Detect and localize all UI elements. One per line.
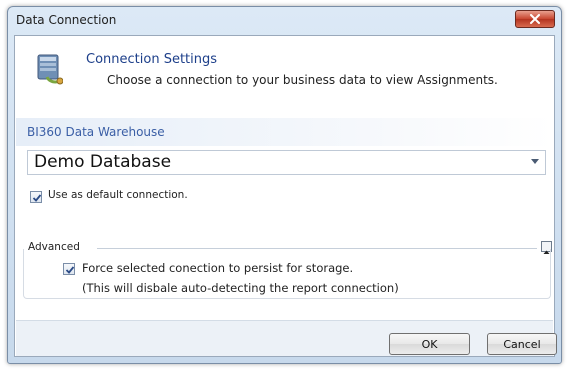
cancel-button[interactable]: Cancel — [487, 333, 557, 355]
force-persist-checkbox[interactable] — [63, 263, 75, 275]
header-title: Connection Settings — [86, 52, 218, 67]
default-connection-label: Use as default connection. — [48, 189, 188, 201]
chevron-down-icon[interactable] — [531, 159, 539, 164]
ok-button[interactable]: OK — [389, 333, 470, 355]
header-subtitle: Choose a connection to your business dat… — [107, 73, 498, 87]
force-persist-note: (This will disbale auto-detecting the re… — [82, 281, 399, 295]
button-bar — [16, 320, 553, 356]
default-connection-checkbox[interactable] — [30, 191, 42, 203]
data-connection-dialog: Data Connection Connection Settings Choo… — [7, 6, 562, 364]
close-icon — [530, 14, 540, 24]
connection-select[interactable]: Demo Database — [27, 150, 546, 175]
force-persist-label: Force selected conection to persist for … — [82, 261, 354, 275]
section-label: BI360 Data Warehouse — [27, 125, 165, 139]
checkmark-icon — [32, 194, 42, 202]
dialog-content: Connection Settings Choose a connection … — [14, 35, 557, 357]
window-title: Data Connection — [16, 13, 117, 27]
checkmark-icon — [65, 266, 75, 274]
connection-select-value: Demo Database — [34, 152, 172, 172]
title-bar[interactable]: Data Connection — [8, 7, 561, 35]
close-button[interactable] — [515, 10, 555, 28]
database-connection-icon — [37, 54, 63, 85]
